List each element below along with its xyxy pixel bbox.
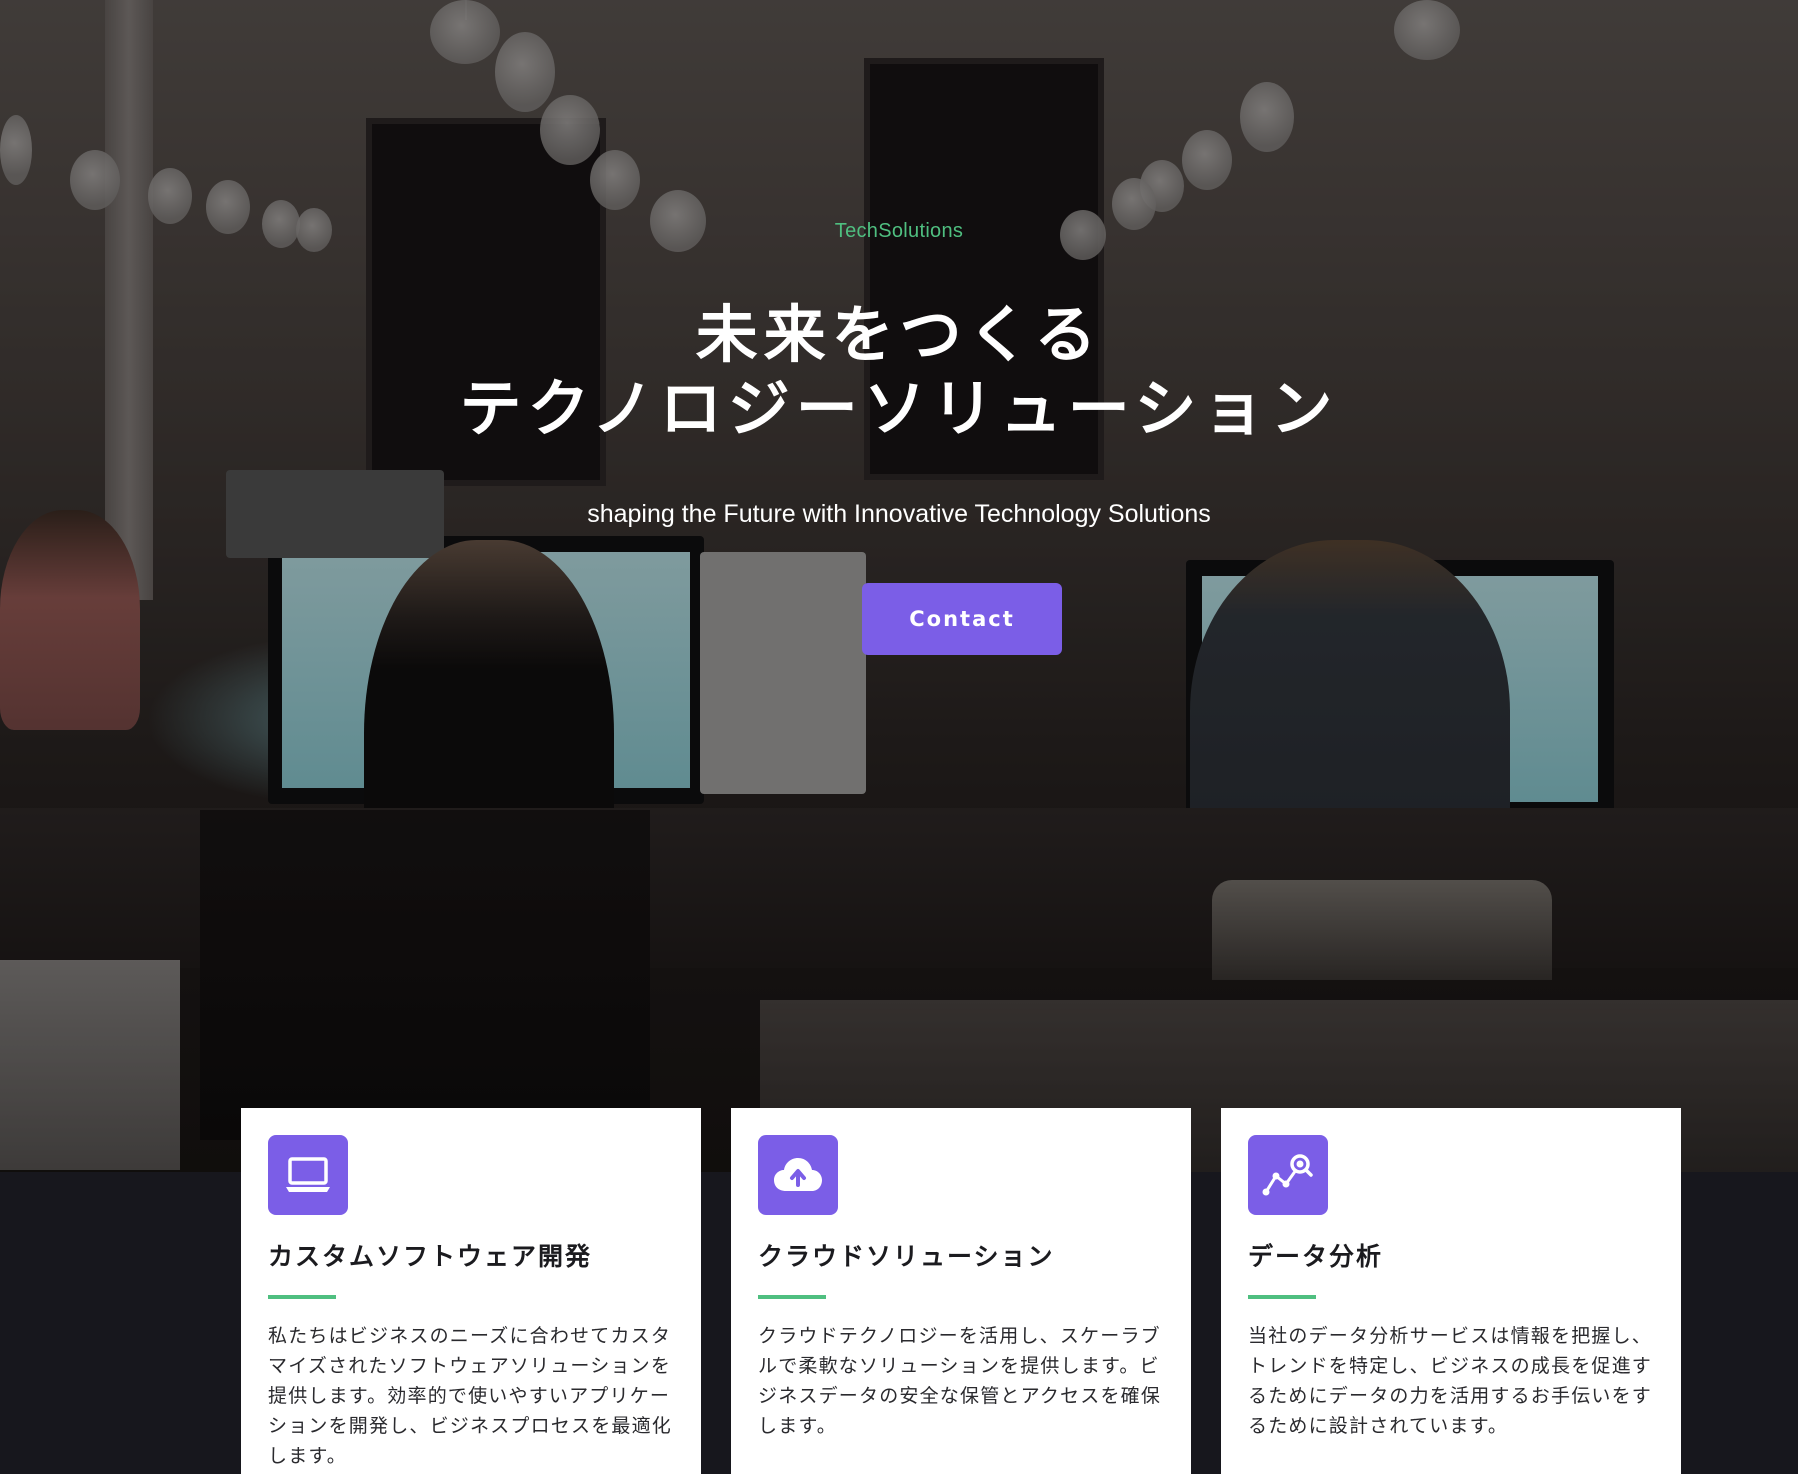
service-icon-box — [268, 1135, 348, 1215]
service-description: クラウドテクノロジーを活用し、スケーラブルで柔軟なソリューションを提供します。ビ… — [758, 1325, 1162, 1437]
laptop-icon — [286, 1157, 330, 1192]
service-title: クラウドソリューション — [758, 1242, 1055, 1271]
brand-name[interactable]: TechSolutions — [0, 220, 1798, 243]
service-icon-box — [758, 1135, 838, 1215]
service-icon-box — [1248, 1135, 1328, 1215]
services-section: カスタムソフトウェア開発 私たちはビジネスのニーズに合わせてカスタマイズされたソ… — [0, 1108, 1798, 1474]
contact-button[interactable]: Contact — [862, 583, 1062, 655]
headline-line-1: 未来をつくる — [695, 298, 1103, 371]
headline-line-2: テクノロジーソリューション — [459, 372, 1339, 445]
hero-headline: 未来をつくる テクノロジーソリューション — [0, 298, 1798, 446]
service-card-custom-software: カスタムソフトウェア開発 私たちはビジネスのニーズに合わせてカスタマイズされたソ… — [241, 1108, 701, 1474]
title-underline — [758, 1295, 826, 1299]
hero-subheadline: shaping the Future with Innovative Techn… — [587, 500, 1211, 528]
title-underline — [268, 1295, 336, 1299]
service-description: 私たちはビジネスのニーズに合わせてカスタマイズされたソフトウェアソリューションを… — [268, 1325, 673, 1467]
analytics-icon — [1262, 1154, 1313, 1196]
title-underline — [1248, 1295, 1316, 1299]
landing-page: TechSolutions 未来をつくる テクノロジーソリューション shapi… — [0, 0, 1798, 1474]
hero-section: TechSolutions 未来をつくる テクノロジーソリューション shapi… — [0, 0, 1798, 1172]
service-card-cloud: クラウドソリューション クラウドテクノロジーを活用し、スケーラブルで柔軟なソリュ… — [731, 1108, 1191, 1474]
cloud-upload-icon — [774, 1158, 822, 1191]
service-card-data-analytics: データ分析 当社のデータ分析サービスは情報を把握し、トレンドを特定し、ビジネスの… — [1221, 1108, 1681, 1474]
service-title: データ分析 — [1248, 1242, 1384, 1271]
service-title: カスタムソフトウェア開発 — [268, 1242, 593, 1271]
service-description: 当社のデータ分析サービスは情報を把握し、トレンドを特定し、ビジネスの成長を促進す… — [1248, 1325, 1653, 1437]
